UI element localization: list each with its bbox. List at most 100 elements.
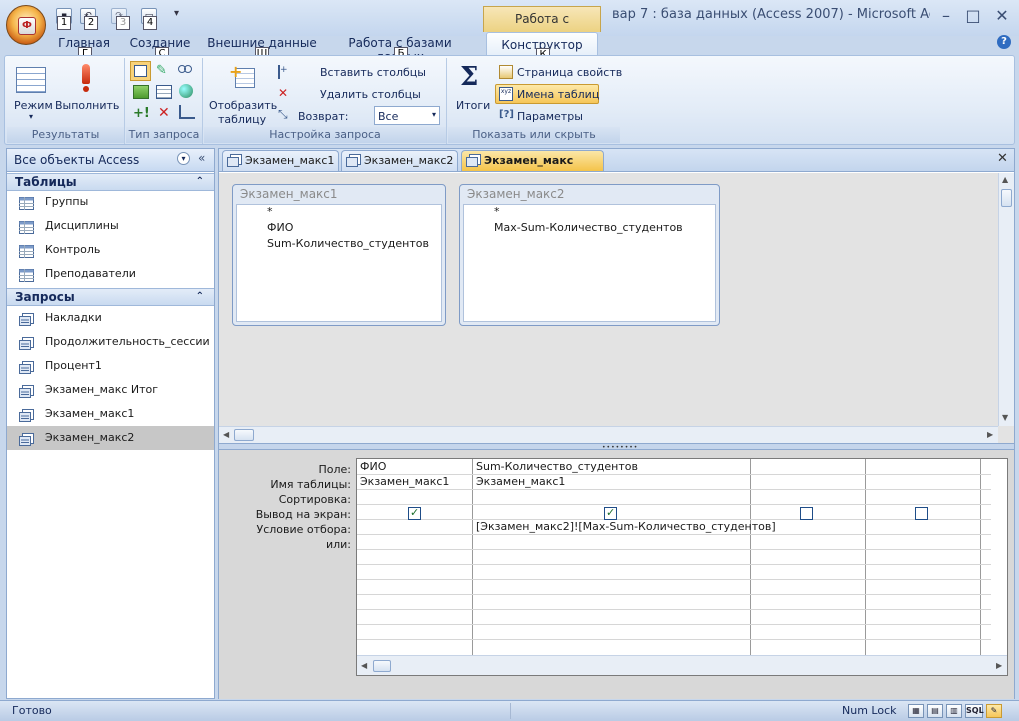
totals-button[interactable]: Итоги bbox=[456, 99, 490, 112]
scroll-right-icon[interactable]: ▶ bbox=[996, 661, 1002, 670]
crosstab-icon[interactable] bbox=[178, 63, 196, 77]
scroll-up-icon[interactable]: ▲ bbox=[1002, 175, 1008, 184]
show-checkbox[interactable] bbox=[915, 507, 928, 520]
show-table-button[interactable]: Отобразить bbox=[209, 99, 277, 112]
collapse-section-icon[interactable]: ⌃ bbox=[196, 289, 204, 305]
doc-tab-active[interactable]: Экзамен_макс Итог bbox=[461, 150, 604, 187]
field-item[interactable]: * bbox=[267, 205, 273, 218]
table-names-icon: xyz bbox=[499, 87, 513, 101]
table-box[interactable]: Экзамен_макс1 * ФИО Sum-Количество_студе… bbox=[232, 184, 446, 326]
close-doc-icon[interactable]: ✕ bbox=[997, 151, 1008, 166]
add-query-icon[interactable]: +! bbox=[133, 106, 150, 121]
delete-query-icon[interactable]: ✕ bbox=[158, 105, 170, 121]
nav-item-label: Процент1 bbox=[45, 359, 102, 372]
delete-columns-button[interactable]: Удалить столбцы bbox=[320, 88, 421, 101]
grid-field-cell[interactable]: Sum-Количество_студентов bbox=[473, 460, 638, 473]
group-label: Настройка запроса bbox=[204, 127, 446, 143]
horizontal-scrollbar[interactable]: ◀ ▶ bbox=[357, 655, 1007, 675]
field-item[interactable]: Sum-Количество_студентов bbox=[267, 237, 429, 250]
help-icon[interactable]: ? bbox=[997, 35, 1011, 49]
scroll-left-icon[interactable]: ◀ bbox=[223, 430, 229, 439]
nav-section-tables[interactable]: Таблицы ⌃ bbox=[7, 173, 214, 191]
design-view-icon[interactable]: ✎ bbox=[986, 704, 1002, 718]
customize-qat-icon[interactable]: ▾ bbox=[174, 8, 179, 19]
nav-menu-chevron-icon[interactable]: ▾ bbox=[177, 152, 190, 165]
nav-item-query[interactable]: Продолжительность_сессии bbox=[7, 330, 214, 354]
property-sheet-button[interactable]: Страница свойств bbox=[517, 66, 622, 79]
sql-view-button[interactable]: SQL bbox=[965, 704, 984, 718]
scroll-thumb[interactable] bbox=[1001, 189, 1012, 207]
nav-item-table[interactable]: Контроль bbox=[7, 238, 214, 262]
pivot-chart-icon[interactable]: ▥ bbox=[946, 704, 962, 718]
update-query-icon[interactable] bbox=[156, 85, 172, 99]
query-designer: Экзамен_макс1 Экзамен_макс2 Экзамен_макс… bbox=[218, 148, 1015, 699]
table-icon bbox=[19, 219, 34, 234]
office-button[interactable]: Ф bbox=[6, 5, 46, 45]
scroll-thumb[interactable] bbox=[373, 660, 391, 672]
make-table-icon[interactable]: ✎ bbox=[156, 63, 172, 79]
nav-section-queries[interactable]: Запросы ⌃ bbox=[7, 288, 214, 306]
field-item[interactable]: ФИО bbox=[267, 221, 293, 234]
field-item[interactable]: * bbox=[494, 205, 500, 218]
maximize-button[interactable]: □ bbox=[962, 6, 984, 26]
nav-item-query[interactable]: Экзамен_макс Итог bbox=[7, 378, 214, 402]
view-button[interactable]: Режим bbox=[14, 99, 53, 112]
row-label-show: Вывод на экран: bbox=[255, 508, 351, 521]
table-box[interactable]: Экзамен_макс2 * Max-Sum-Количество_студе… bbox=[459, 184, 720, 326]
grid-criteria-cell[interactable]: [Экзамен_макс2]![Max-Sum-Количество_студ… bbox=[473, 520, 776, 533]
window-title: вар 7 : база данных (Access 2007) - Micr… bbox=[612, 7, 930, 22]
pivot-table-icon[interactable]: ▤ bbox=[927, 704, 943, 718]
show-checkbox[interactable] bbox=[604, 506, 617, 520]
grid-table-cell[interactable]: Экзамен_макс1 bbox=[357, 475, 449, 488]
query-icon bbox=[19, 431, 34, 446]
append-query-icon[interactable] bbox=[133, 85, 149, 99]
nav-item-query[interactable]: Экзамен_макс1 bbox=[7, 402, 214, 426]
nav-item-query[interactable]: Накладки bbox=[7, 306, 214, 330]
collapse-section-icon[interactable]: ⌃ bbox=[196, 174, 204, 190]
show-checkbox[interactable] bbox=[800, 507, 813, 520]
doc-tab[interactable]: Экзамен_макс1 bbox=[222, 150, 339, 171]
show-checkbox[interactable] bbox=[408, 506, 421, 520]
nav-item-query-selected[interactable]: Экзамен_макс2 bbox=[7, 426, 214, 450]
return-label: Возврат: bbox=[298, 110, 349, 123]
pass-through-icon[interactable] bbox=[179, 84, 193, 98]
nav-item-table[interactable]: Группы bbox=[7, 190, 214, 214]
group-label: Показать или скрыть bbox=[448, 127, 620, 143]
scroll-down-icon[interactable]: ▼ bbox=[1002, 413, 1008, 422]
scroll-right-icon[interactable]: ▶ bbox=[987, 430, 993, 439]
grid-table-cell[interactable]: Экзамен_макс1 bbox=[473, 475, 565, 488]
return-select-value: Все bbox=[378, 110, 399, 123]
keytip: 1 bbox=[57, 16, 71, 30]
nav-header-title: Все объекты Access bbox=[14, 153, 140, 167]
nav-item-label: Экзамен_макс2 bbox=[45, 431, 135, 444]
nav-item-table[interactable]: Преподаватели bbox=[7, 262, 214, 286]
scroll-thumb[interactable] bbox=[234, 429, 254, 441]
query-icon bbox=[19, 359, 34, 374]
doc-tab[interactable]: Экзамен_макс2 bbox=[341, 150, 458, 171]
data-definition-icon[interactable] bbox=[179, 105, 195, 119]
insert-columns-button[interactable]: Вставить столбцы bbox=[320, 66, 426, 79]
table-icon bbox=[19, 267, 34, 282]
horizontal-scrollbar[interactable]: ◀ ▶ bbox=[219, 426, 998, 443]
field-item[interactable]: Max-Sum-Количество_студентов bbox=[494, 221, 683, 234]
nav-item-table[interactable]: Дисциплины bbox=[7, 214, 214, 238]
pane-splitter[interactable]: •••••••• bbox=[219, 443, 1014, 451]
design-grid-pane: Поле: Имя таблицы: Сортировка: Вывод на … bbox=[219, 450, 1014, 699]
grid-field-cell[interactable]: ФИО bbox=[357, 460, 386, 473]
return-select[interactable]: Все ▾ bbox=[374, 106, 440, 125]
vertical-scrollbar[interactable]: ▲ ▼ bbox=[998, 173, 1014, 426]
run-button[interactable]: Выполнить bbox=[55, 99, 119, 112]
field-list: * ФИО Sum-Количество_студентов bbox=[236, 204, 442, 322]
minimize-button[interactable]: – bbox=[935, 6, 957, 26]
close-window-button[interactable]: ✕ bbox=[991, 6, 1013, 26]
nav-header[interactable]: Все объекты Access ▾ « bbox=[7, 149, 214, 172]
datasheet-view-icon[interactable]: ▦ bbox=[908, 704, 924, 718]
nav-item-query[interactable]: Процент1 bbox=[7, 354, 214, 378]
select-query-icon[interactable] bbox=[130, 61, 151, 81]
run-icon bbox=[81, 64, 91, 92]
delete-columns-icon: ✕ bbox=[278, 86, 289, 100]
scroll-left-icon[interactable]: ◀ bbox=[361, 661, 367, 670]
parameters-button[interactable]: Параметры bbox=[517, 110, 583, 123]
show-table-button-line2[interactable]: таблицу bbox=[218, 113, 266, 126]
collapse-pane-icon[interactable]: « bbox=[198, 151, 205, 165]
